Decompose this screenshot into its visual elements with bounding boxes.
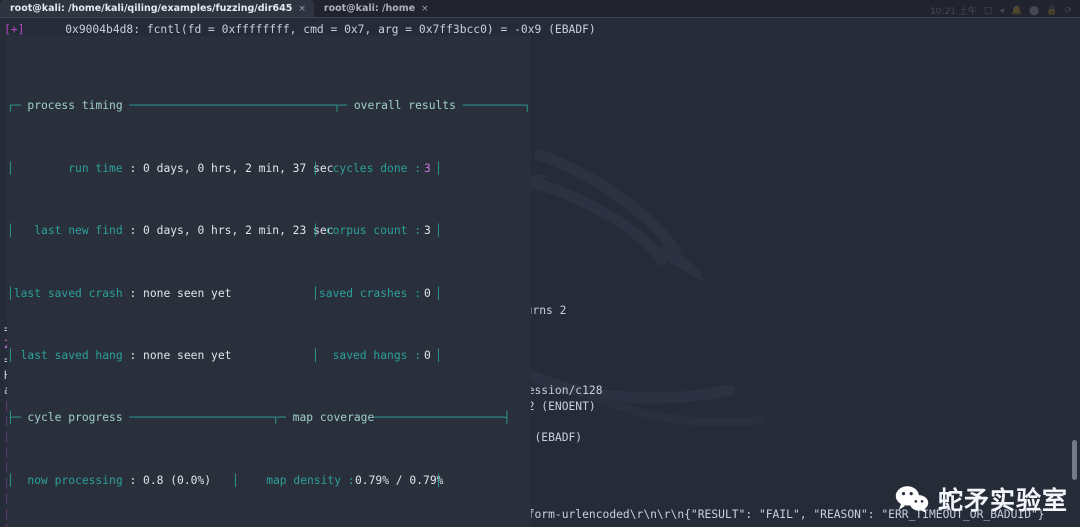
settings-icon[interactable]: ⬤ xyxy=(1029,6,1039,16)
tab-home[interactable]: root@kali: /home × xyxy=(314,0,437,17)
tab-dir645-label: root@kali: /home/kali/qiling/examples/fu… xyxy=(10,3,293,14)
tab-dir645[interactable]: root@kali: /home/kali/qiling/examples/fu… xyxy=(0,0,314,17)
afl-row-runtime: │ run time : 0 days, 0 hrs, 2 min, 37 se… xyxy=(7,161,442,175)
terminal-window: root@kali: /home/kali/qiling/examples/fu… xyxy=(0,0,1080,527)
terminal-output[interactable]: [+] 0x9004b4d8: fcntl(fd = 0xffffffff, c… xyxy=(0,17,1080,527)
power-icon[interactable]: ⟳ xyxy=(1064,6,1072,16)
afl-row-lastsavedcrash: │last saved crash : none seen yet │ saved … xyxy=(7,286,442,300)
brand-watermark: 蛇矛实验室 xyxy=(895,481,1068,517)
overall-results-title: overall results xyxy=(353,99,456,113)
tray-clock: 10:21 上午 xyxy=(930,7,977,17)
afl-cycle-map-borders: ├─ cycle progress ─────────────────────┬… xyxy=(7,411,511,425)
tab-home-close-icon[interactable]: × xyxy=(421,4,429,14)
tab-home-label: root@kali: /home xyxy=(323,3,416,14)
network-icon[interactable]: ◂ xyxy=(999,6,1004,16)
tab-bar: root@kali: /home/kali/qiling/examples/fu… xyxy=(0,0,1080,18)
wechat-icon xyxy=(895,486,929,513)
vertical-scrollbar-thumb[interactable] xyxy=(1072,440,1077,480)
process-timing-title: process timing xyxy=(27,99,123,113)
system-tray: 10:21 上午 ▢ ◂ 🔔 ⬤ 🔒 ⟳ xyxy=(930,4,1080,18)
tab-dir645-close-icon[interactable]: × xyxy=(298,4,306,14)
chat-icon[interactable]: ▢ xyxy=(984,6,993,16)
afl-panel-top-borders: ┌─ process timing ──────────────────────… xyxy=(7,99,531,113)
afl-row-nowprocessing: │ now processing : 0.8 (0.0%) │ map densi… xyxy=(7,473,444,487)
bell-icon[interactable]: 🔔 xyxy=(1011,6,1022,16)
lock-icon[interactable]: 🔒 xyxy=(1046,6,1057,16)
map-coverage-title: map coverage xyxy=(292,411,375,425)
brand-name: 蛇矛实验室 xyxy=(937,486,1068,515)
afl-row-lastnewfind: │ last new find : 0 days, 0 hrs, 2 min, … xyxy=(7,224,442,238)
log-prefix: [+] xyxy=(4,23,25,36)
afl-status-panel: ┌─ process timing ──────────────────────… xyxy=(7,36,531,527)
cycle-progress-title: cycle progress xyxy=(27,411,123,425)
afl-row-lastsavedhang: │ last saved hang : none seen yet │ saved… xyxy=(7,348,442,362)
